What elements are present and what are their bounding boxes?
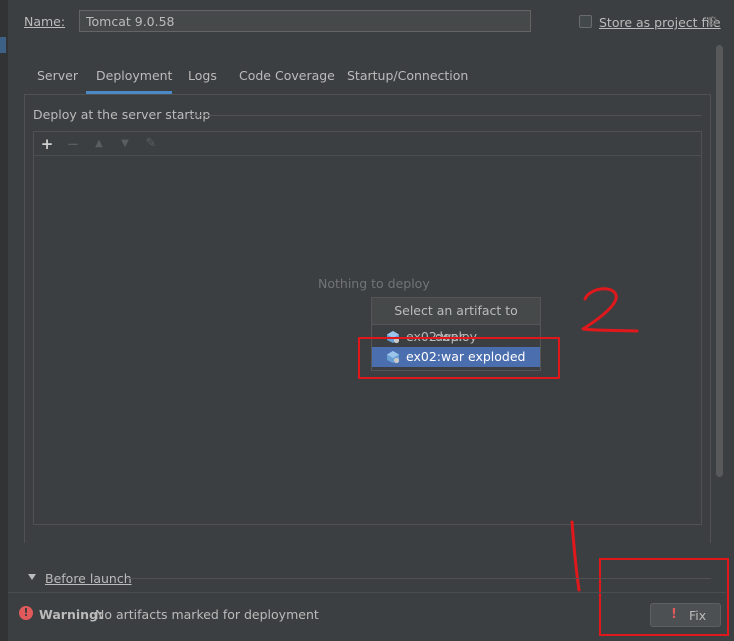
tab-server[interactable]: Server bbox=[37, 68, 78, 83]
annotation-number-1 bbox=[570, 520, 581, 592]
group-divider bbox=[189, 115, 702, 116]
add-icon[interactable]: + bbox=[37, 134, 57, 154]
tab-code-coverage[interactable]: Code Coverage bbox=[239, 68, 335, 83]
before-launch-divider bbox=[126, 578, 711, 579]
fix-button[interactable]: ! Fix bbox=[650, 603, 721, 627]
before-launch-label[interactable]: Before launch bbox=[45, 571, 132, 586]
store-as-project-file-checkbox[interactable] bbox=[579, 15, 592, 28]
annotation-box-artifact bbox=[358, 337, 560, 379]
left-gutter bbox=[0, 0, 8, 641]
error-icon: ! bbox=[19, 606, 33, 620]
name-input[interactable] bbox=[79, 10, 531, 32]
left-selection-marker bbox=[0, 37, 6, 53]
deploy-group-title: Deploy at the server startup bbox=[33, 107, 211, 122]
warning-message: No artifacts marked for deployment bbox=[95, 607, 319, 622]
move-down-icon[interactable]: ▼ bbox=[115, 134, 135, 154]
tab-logs[interactable]: Logs bbox=[188, 68, 217, 83]
bottom-separator bbox=[8, 592, 726, 593]
error-icon: ! bbox=[671, 607, 677, 622]
name-label: Name: bbox=[24, 14, 66, 29]
store-as-project-file-label[interactable]: Store as project file bbox=[599, 15, 721, 30]
vertical-scrollbar[interactable] bbox=[716, 45, 723, 477]
edit-icon[interactable]: ✎ bbox=[141, 134, 161, 154]
collapse-arrow-icon[interactable] bbox=[28, 574, 36, 580]
move-up-icon[interactable]: ▲ bbox=[89, 134, 109, 154]
deploy-toolbar: + − ▲ ▼ ✎ bbox=[34, 132, 701, 156]
gear-icon[interactable]: ⚙ bbox=[706, 14, 722, 30]
fix-button-label: Fix bbox=[689, 608, 707, 623]
tab-deployment[interactable]: Deployment bbox=[96, 68, 172, 83]
warning-title: Warning: bbox=[39, 607, 103, 622]
popup-title: Select an artifact to deploy bbox=[372, 298, 540, 344]
empty-list-text: Nothing to deploy bbox=[318, 276, 430, 291]
annotation-number-2 bbox=[581, 287, 639, 333]
tab-startup-connection[interactable]: Startup/Connection bbox=[347, 68, 468, 83]
remove-icon[interactable]: − bbox=[63, 134, 83, 154]
